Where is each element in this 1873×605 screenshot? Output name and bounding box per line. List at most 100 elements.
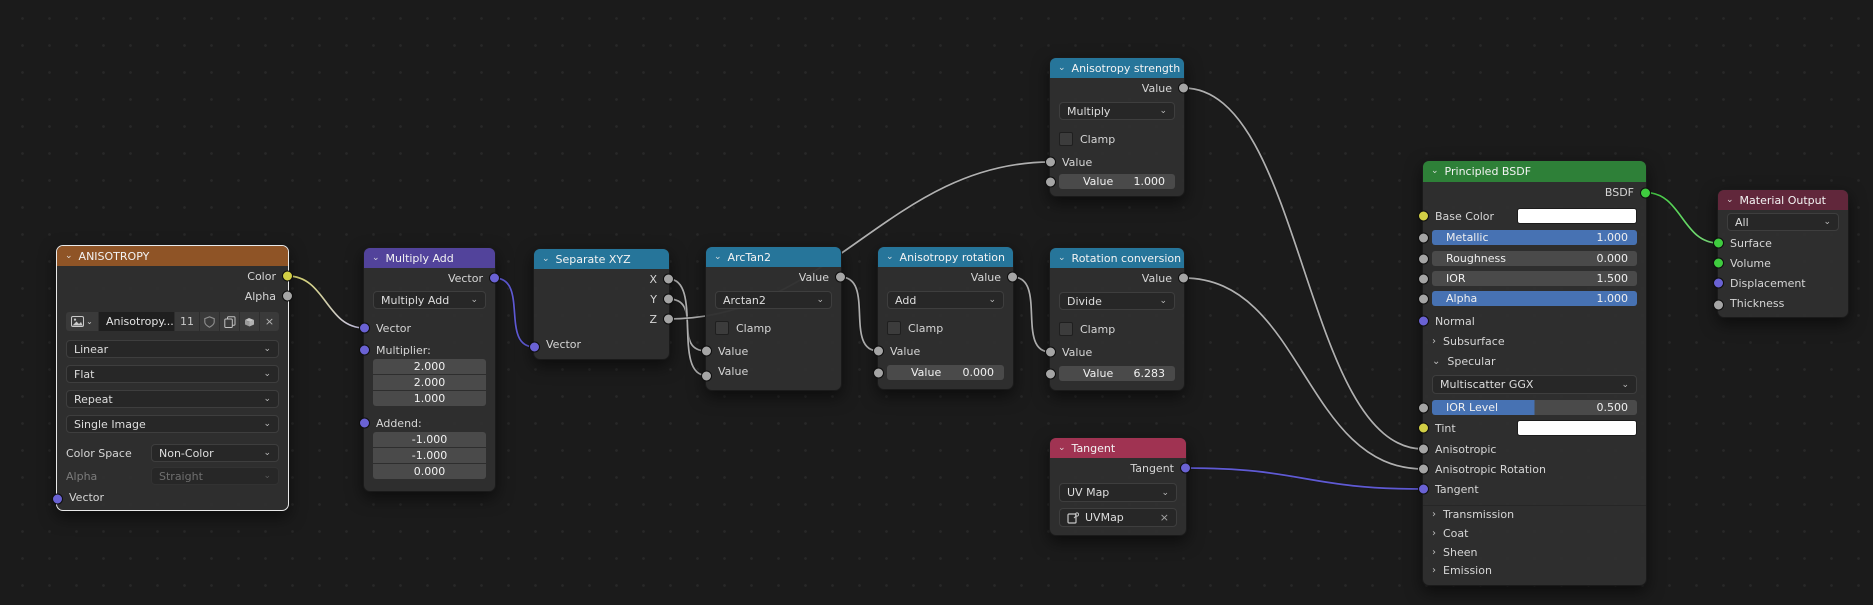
value-number-field[interactable]: Value 6.283	[1059, 366, 1175, 381]
distribution-dropdown[interactable]: Multiscatter GGX ⌄	[1432, 375, 1637, 394]
anisotropic-rotation-input-socket[interactable]	[1418, 464, 1429, 475]
anisotropic-input-socket[interactable]	[1418, 444, 1429, 455]
node-header[interactable]: ⌄ Anisotropy strength	[1050, 58, 1184, 78]
z-output-socket[interactable]	[663, 314, 674, 325]
panel-sheen[interactable]: › Sheen	[1423, 544, 1646, 560]
clamp-checkbox[interactable]	[715, 321, 729, 335]
extension-dropdown[interactable]: Repeat ⌄	[66, 390, 279, 408]
node-tangent[interactable]: ⌄ Tangent Tangent UV Map ⌄ UVMap ×	[1049, 437, 1187, 536]
vector-input-socket[interactable]	[359, 323, 370, 334]
collapse-chevron-icon[interactable]: ⌄	[886, 253, 894, 262]
clamp-checkbox[interactable]	[1059, 322, 1073, 336]
node-editor-canvas[interactable]: ⌄ ANISOTROPY Color Alpha ⌄ Anisotropy...…	[0, 0, 1873, 605]
node-math-anisotropy-rotation[interactable]: ⌄ Anisotropy rotation Value Add ⌄ Clamp …	[877, 246, 1014, 390]
value-output-socket[interactable]	[1007, 272, 1018, 283]
metallic-slider[interactable]: Metallic 1.000	[1432, 230, 1637, 245]
vector-input-socket[interactable]	[52, 494, 63, 505]
node-header[interactable]: ⌄ Separate XYZ	[534, 249, 669, 269]
node-header[interactable]: ⌄ Tangent	[1050, 438, 1186, 458]
multiplier-x-field[interactable]: 2.000	[373, 359, 486, 374]
operation-dropdown[interactable]: Add ⌄	[887, 291, 1004, 309]
collapse-chevron-icon[interactable]: ⌄	[1058, 444, 1066, 453]
value2-input-socket[interactable]	[873, 368, 884, 379]
multiplier-z-field[interactable]: 1.000	[373, 391, 486, 406]
thickness-input-socket[interactable]	[1713, 300, 1724, 311]
base-color-swatch[interactable]	[1517, 208, 1637, 224]
node-header[interactable]: ⌄ Multiply Add	[364, 248, 495, 268]
surface-input-socket[interactable]	[1713, 238, 1724, 249]
uv-map-field[interactable]: UVMap ×	[1059, 508, 1177, 527]
source-dropdown[interactable]: Single Image ⌄	[66, 415, 279, 433]
base-color-input-socket[interactable]	[1418, 211, 1429, 222]
ior-slider[interactable]: IOR 1.500	[1432, 271, 1637, 286]
alpha-slider[interactable]: Alpha 1.000	[1432, 291, 1637, 306]
interpolation-dropdown[interactable]: Linear ⌄	[66, 340, 279, 358]
volume-input-socket[interactable]	[1713, 258, 1724, 269]
value-output-socket[interactable]	[1178, 83, 1189, 94]
image-users-button[interactable]: 11	[175, 312, 199, 331]
value1-input-socket[interactable]	[701, 346, 712, 357]
displacement-input-socket[interactable]	[1713, 278, 1724, 289]
new-image-button[interactable]	[220, 312, 239, 331]
value-number-field[interactable]: Value 0.000	[887, 365, 1004, 380]
roughness-slider[interactable]: Roughness 0.000	[1432, 251, 1637, 266]
node-header[interactable]: ⌄ ANISOTROPY	[57, 246, 288, 266]
tint-swatch[interactable]	[1517, 420, 1637, 436]
addend-z-field[interactable]: 0.000	[373, 464, 486, 479]
y-output-socket[interactable]	[663, 294, 674, 305]
value-output-socket[interactable]	[835, 272, 846, 283]
x-output-socket[interactable]	[663, 274, 674, 285]
addend-y-field[interactable]: -1.000	[373, 448, 486, 463]
normal-input-socket[interactable]	[1418, 316, 1429, 327]
projection-dropdown[interactable]: Flat ⌄	[66, 365, 279, 383]
panel-coat[interactable]: › Coat	[1423, 525, 1646, 541]
image-browse-button[interactable]: ⌄	[66, 312, 98, 331]
node-principled-bsdf[interactable]: ⌄ Principled BSDF BSDF Base Color Metall…	[1422, 160, 1647, 586]
value1-input-socket[interactable]	[1045, 347, 1056, 358]
metallic-input-socket[interactable]	[1418, 233, 1429, 244]
node-header[interactable]: ⌄ Material Output	[1718, 190, 1848, 210]
node-separate-xyz[interactable]: ⌄ Separate XYZ X Y Z Vector	[533, 248, 670, 360]
ior-input-socket[interactable]	[1418, 274, 1429, 285]
ior-level-input-socket[interactable]	[1418, 403, 1429, 414]
tangent-output-socket[interactable]	[1180, 463, 1191, 474]
value-number-field[interactable]: Value 1.000	[1059, 174, 1175, 189]
clear-uv-map-icon[interactable]: ×	[1160, 511, 1169, 524]
target-dropdown[interactable]: All ⌄	[1727, 213, 1839, 231]
node-header[interactable]: ⌄ Rotation conversion	[1050, 248, 1184, 268]
alpha-input-socket[interactable]	[1418, 294, 1429, 305]
direction-type-dropdown[interactable]: UV Map ⌄	[1059, 483, 1177, 502]
panel-specular[interactable]: ⌄ Specular	[1423, 353, 1646, 369]
unlink-image-button[interactable]: ×	[260, 312, 279, 331]
collapse-chevron-icon[interactable]: ⌄	[1058, 64, 1066, 73]
operation-dropdown[interactable]: Multiply ⌄	[1059, 102, 1175, 120]
value2-input-socket[interactable]	[1045, 177, 1056, 188]
tangent-input-socket[interactable]	[1418, 484, 1429, 495]
image-name-field[interactable]: Anisotropy...	[99, 312, 174, 331]
collapse-chevron-icon[interactable]: ⌄	[1726, 196, 1734, 205]
operation-dropdown[interactable]: Multiply Add ⌄	[373, 291, 486, 309]
node-math-arctan2[interactable]: ⌄ ArcTan2 Value Arctan2 ⌄ Clamp Value Va…	[705, 246, 842, 391]
value1-input-socket[interactable]	[1045, 157, 1056, 168]
value-output-socket[interactable]	[1178, 273, 1189, 284]
panel-transmission[interactable]: › Transmission	[1423, 505, 1646, 522]
multiplier-input-socket[interactable]	[359, 345, 370, 356]
tint-input-socket[interactable]	[1418, 423, 1429, 434]
collapse-chevron-icon[interactable]: ⌄	[542, 255, 550, 264]
node-material-output[interactable]: ⌄ Material Output All ⌄ Surface Volume D…	[1717, 189, 1849, 318]
value2-input-socket[interactable]	[1045, 369, 1056, 380]
collapse-chevron-icon[interactable]: ⌄	[714, 253, 722, 262]
alpha-output-socket[interactable]	[282, 291, 293, 302]
color-output-socket[interactable]	[282, 271, 293, 282]
roughness-input-socket[interactable]	[1418, 254, 1429, 265]
addend-x-field[interactable]: -1.000	[373, 432, 486, 447]
node-image-texture-anisotropy[interactable]: ⌄ ANISOTROPY Color Alpha ⌄ Anisotropy...…	[56, 245, 289, 511]
node-vector-math-multiply-add[interactable]: ⌄ Multiply Add Vector Multiply Add ⌄ Vec…	[363, 247, 496, 492]
collapse-chevron-icon[interactable]: ⌄	[1058, 254, 1066, 263]
panel-subsurface[interactable]: › Subsurface	[1423, 333, 1646, 349]
vector-output-socket[interactable]	[489, 273, 500, 284]
multiplier-y-field[interactable]: 2.000	[373, 375, 486, 390]
node-math-anisotropy-strength[interactable]: ⌄ Anisotropy strength Value Multiply ⌄ C…	[1049, 57, 1185, 197]
value2-input-socket[interactable]	[701, 370, 712, 381]
vector-input-socket[interactable]	[529, 342, 540, 353]
